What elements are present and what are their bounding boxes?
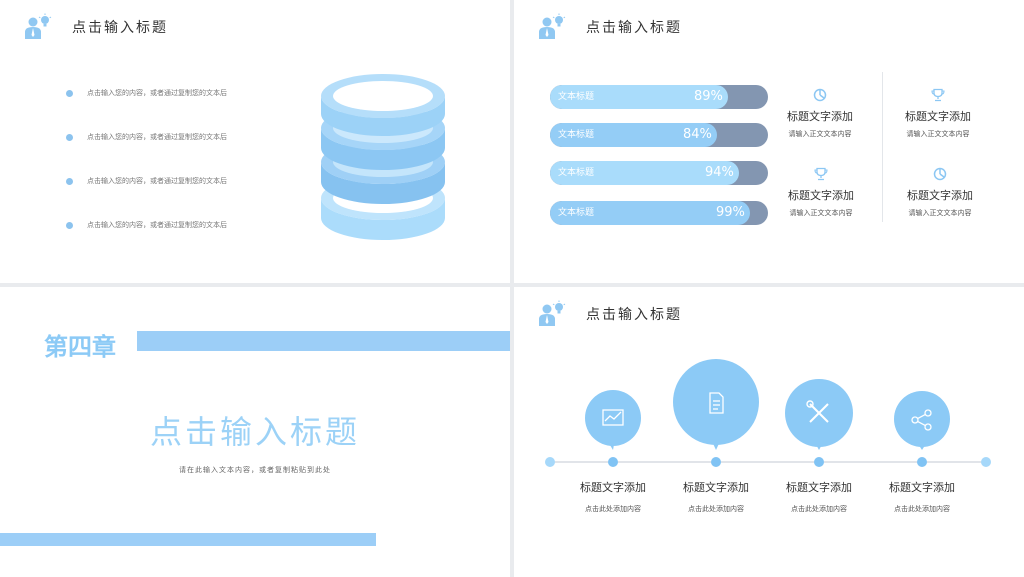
slide-title: 点击输入标题 — [586, 20, 682, 36]
timeline-node-1 — [585, 390, 641, 467]
item-title: 标题文字添加 — [580, 481, 646, 494]
feature-item: 标题文字添加 请输入正文文本内容 — [771, 165, 871, 218]
item-title: 标题文字添加 — [905, 110, 971, 123]
timeline-node-4 — [894, 391, 950, 467]
list-item: 点击输入您的内容，或者通过复制您的文本后 — [66, 132, 227, 142]
slide-4: 点击输入标题 标题文字添加 点击此处添加内容 标题文字添加 点击此处添加内容 标… — [514, 287, 1024, 577]
chapter-bar — [137, 331, 510, 351]
bullet-dot — [66, 89, 73, 97]
timeline-node-3 — [785, 379, 853, 467]
feature-item: 标题文字添加 请输入正文文本内容 — [888, 86, 988, 139]
divider — [882, 72, 883, 222]
timeline-end-dot — [545, 457, 555, 467]
progress-label: 文本标题 — [558, 168, 595, 178]
feature-item: 标题文字添加 请输入正文文本内容 — [770, 86, 870, 139]
item-subtitle: 请输入正文文本内容 — [908, 209, 972, 217]
list-item: 点击输入您的内容，或者通过复制您的文本后 — [66, 176, 227, 186]
item-title: 标题文字添加 — [907, 189, 973, 202]
progress-percent: 94% — [705, 165, 734, 180]
item-subtitle: 请输入正文文本内容 — [788, 130, 852, 138]
bullet-dot — [66, 133, 73, 141]
item-subtitle: 点击此处添加内容 — [585, 505, 641, 513]
person-idea-icon — [539, 300, 566, 326]
person-idea-icon — [25, 13, 52, 39]
progress-bar: 文本标题 99% — [550, 201, 768, 225]
progress-label: 文本标题 — [558, 130, 595, 140]
slide-title: 点击输入标题 — [72, 20, 168, 36]
timeline-graphic — [545, 359, 991, 467]
bullet-text: 点击输入您的内容，或者通过复制您的文本后 — [87, 177, 227, 185]
progress-percent: 84% — [683, 127, 712, 142]
progress-percent: 99% — [716, 205, 745, 220]
chart-pie-icon — [813, 88, 827, 102]
item-title: 标题文字添加 — [787, 110, 853, 123]
slide-2: 点击输入标题 文本标题 89% 文本标题 84% 文本标题 94% 文本标题 9… — [514, 0, 1024, 283]
progress-bar: 文本标题 89% — [550, 85, 768, 109]
item-title: 标题文字添加 — [788, 189, 854, 202]
timeline-item: 标题文字添加 点击此处添加内容 — [666, 479, 766, 514]
progress-label: 文本标题 — [558, 208, 595, 218]
item-title: 标题文字添加 — [683, 481, 749, 494]
slide-title: 点击输入标题 — [586, 307, 682, 323]
slide-3: 第四章 点击输入标题 请在此输入文本内容，或者复制粘贴到此处 — [0, 287, 510, 577]
progress-label: 文本标题 — [558, 92, 595, 102]
list-item: 点击输入您的内容，或者通过复制您的文本后 — [66, 88, 227, 98]
slide-header: 点击输入标题 — [24, 12, 168, 42]
bullet-text: 点击输入您的内容，或者通过复制您的文本后 — [87, 133, 227, 141]
item-title: 标题文字添加 — [786, 481, 852, 494]
trophy-icon — [931, 88, 945, 102]
progress-bar: 文本标题 84% — [550, 123, 768, 147]
bullet-text: 点击输入您的内容，或者通过复制您的文本后 — [87, 89, 227, 97]
item-subtitle: 请输入正文文本内容 — [906, 130, 970, 138]
slide-1: 点击输入标题 点击输入您的内容，或者通过复制您的文本后 点击输入您的内容，或者通… — [0, 0, 510, 283]
feature-item: 标题文字添加 请输入正文文本内容 — [890, 165, 990, 218]
bullet-text: 点击输入您的内容，或者通过复制您的文本后 — [87, 221, 227, 229]
list-item: 点击输入您的内容，或者通过复制您的文本后 — [66, 220, 227, 230]
slide-subtitle: 请在此输入文本内容，或者复制粘贴到此处 — [179, 466, 331, 474]
timeline-item: 标题文字添加 点击此处添加内容 — [769, 479, 869, 514]
slide-header: 点击输入标题 — [538, 12, 682, 42]
slide-header: 点击输入标题 — [538, 299, 682, 329]
item-subtitle: 点击此处添加内容 — [688, 505, 744, 513]
item-subtitle: 请输入正文文本内容 — [789, 209, 853, 217]
bullet-dot — [66, 177, 73, 185]
timeline-node-2 — [673, 359, 759, 467]
timeline-item: 标题文字添加 点击此处添加内容 — [563, 479, 663, 514]
timeline-end-dot — [981, 457, 991, 467]
stacked-rings-graphic — [321, 74, 445, 240]
progress-bar: 文本标题 94% — [550, 161, 768, 185]
slide-title: 点击输入标题 — [149, 413, 360, 451]
progress-percent: 89% — [694, 89, 723, 104]
item-subtitle: 点击此处添加内容 — [791, 505, 847, 513]
item-title: 标题文字添加 — [889, 481, 955, 494]
timeline-item: 标题文字添加 点击此处添加内容 — [872, 479, 972, 514]
chapter-title: 第四章 — [44, 333, 116, 361]
item-subtitle: 点击此处添加内容 — [894, 505, 950, 513]
person-idea-icon — [539, 13, 566, 39]
trophy-icon — [814, 167, 828, 181]
chart-pie-icon — [933, 167, 947, 181]
bullet-dot — [66, 221, 73, 229]
bottom-bar — [0, 533, 376, 546]
